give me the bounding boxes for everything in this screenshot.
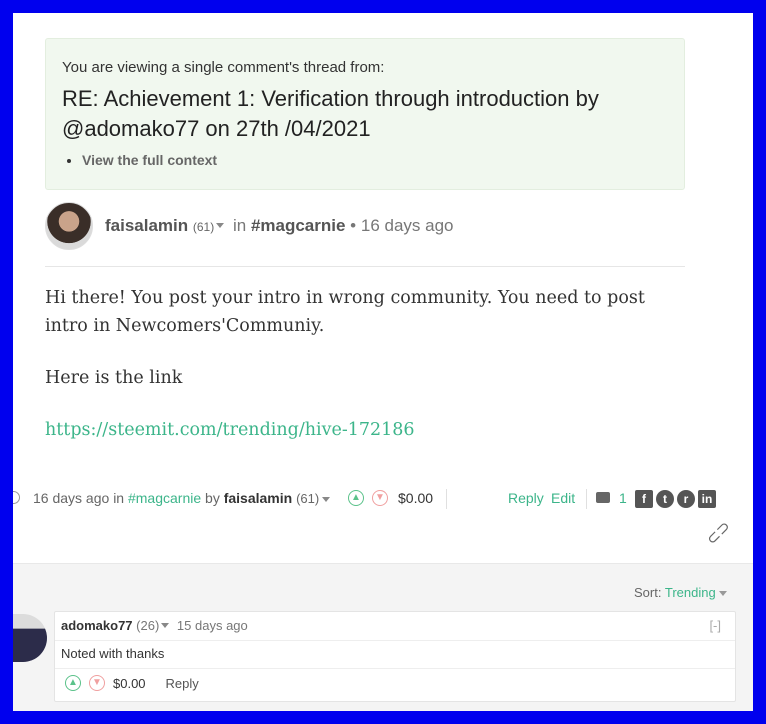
upvote-icon[interactable]: ▲ xyxy=(65,675,81,691)
post-meta: faisalamin (61) in #magcarnie • 16 days … xyxy=(105,216,454,236)
context-title: RE: Achievement 1: Verification through … xyxy=(62,86,599,141)
comment-reply-button[interactable]: Reply xyxy=(166,676,199,691)
author-reputation: (61) xyxy=(192,220,215,234)
community-tag[interactable]: #magcarnie xyxy=(251,216,346,235)
vote-controls: ▲ ▼ $0.00 xyxy=(348,490,433,506)
edit-button[interactable]: Edit xyxy=(551,490,575,506)
chevron-down-icon[interactable] xyxy=(322,496,331,502)
comment-card: adomako77 (26) 15 days ago [-] Noted wit… xyxy=(54,611,736,702)
clock-icon xyxy=(13,491,20,504)
payout-value[interactable]: $0.00 xyxy=(398,490,433,506)
avatar[interactable] xyxy=(45,202,93,250)
author-name[interactable]: faisalamin xyxy=(105,216,188,235)
footer-meta: 16 days ago in #magcarnie by faisalamin … xyxy=(33,490,331,506)
footer-by-label: by xyxy=(205,490,220,506)
view-full-context-link[interactable]: View the full context xyxy=(82,152,217,168)
post-author-row: faisalamin (61) in #magcarnie • 16 days … xyxy=(45,202,454,250)
avatar[interactable] xyxy=(13,614,47,662)
reply-button[interactable]: Reply xyxy=(508,490,544,506)
post-body: Hi there! You post your intro in wrong c… xyxy=(45,284,685,468)
body-paragraph: Here is the link xyxy=(45,368,183,388)
footer-tag[interactable]: #magcarnie xyxy=(128,490,201,506)
divider xyxy=(45,266,685,267)
share-buttons: f t r in xyxy=(635,490,716,508)
comment-age: 15 days ago xyxy=(176,618,248,633)
chevron-down-icon[interactable] xyxy=(718,591,727,597)
reddit-icon[interactable]: r xyxy=(677,490,695,508)
footer-age: 16 days ago xyxy=(33,490,110,506)
upvote-icon[interactable]: ▲ xyxy=(348,490,364,506)
thread-context-box: You are viewing a single comment's threa… xyxy=(45,38,685,190)
context-links: View the full context xyxy=(82,152,668,168)
footer-in-label: in xyxy=(113,490,125,506)
chevron-down-icon[interactable] xyxy=(216,223,225,229)
comment-reputation: (26) xyxy=(136,618,160,633)
comment-header: adomako77 (26) 15 days ago [-] xyxy=(55,612,735,641)
comments-icon[interactable] xyxy=(596,492,610,503)
post-footer: 16 days ago in #magcarnie by faisalamin … xyxy=(13,489,735,513)
link-icon[interactable]: ⊂⊃ xyxy=(702,516,735,549)
chevron-down-icon[interactable] xyxy=(161,623,170,629)
comment-author[interactable]: adomako77 xyxy=(61,618,133,633)
comment-actions: ▲ ▼ $0.00 Reply xyxy=(55,669,735,697)
linkedin-icon[interactable]: in xyxy=(698,490,716,508)
twitter-icon[interactable]: t xyxy=(656,490,674,508)
post-age: 16 days ago xyxy=(360,216,454,235)
comment-payout[interactable]: $0.00 xyxy=(113,676,146,691)
sort-control[interactable]: Sort: Trending xyxy=(634,585,727,600)
context-intro: You are viewing a single comment's threa… xyxy=(62,59,385,76)
discussion-section: Sort: Trending adomako77 (26) 15 days ag… xyxy=(13,563,753,711)
sort-label: Sort: xyxy=(634,585,662,600)
downvote-icon[interactable]: ▼ xyxy=(372,490,388,506)
comment-count[interactable]: 1 xyxy=(619,490,627,506)
footer-author[interactable]: faisalamin xyxy=(224,490,292,506)
bullet-separator: • xyxy=(350,216,357,235)
downvote-icon[interactable]: ▼ xyxy=(89,675,105,691)
body-link[interactable]: https://steemit.com/trending/hive-172186 xyxy=(45,420,415,440)
divider xyxy=(446,489,447,509)
context-link-item: View the full context xyxy=(82,152,668,168)
divider xyxy=(586,489,587,509)
in-label: in xyxy=(232,216,247,235)
collapse-button[interactable]: [-] xyxy=(709,618,721,633)
page-frame: You are viewing a single comment's threa… xyxy=(13,13,753,711)
facebook-icon[interactable]: f xyxy=(635,490,653,508)
footer-reputation: (61) xyxy=(296,491,320,506)
body-paragraph: Hi there! You post your intro in wrong c… xyxy=(45,288,645,336)
comment-text: Noted with thanks xyxy=(55,641,735,669)
sort-value[interactable]: Trending xyxy=(665,585,716,600)
